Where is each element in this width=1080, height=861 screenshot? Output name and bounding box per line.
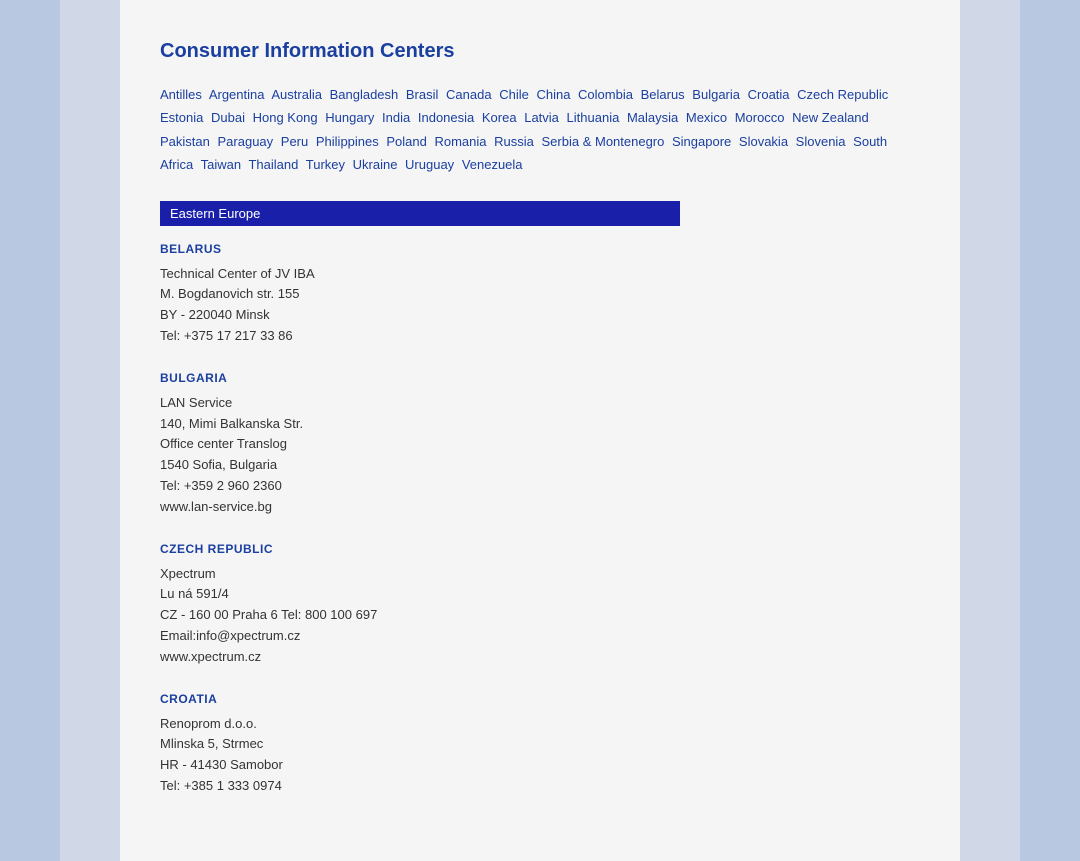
nav-link-peru[interactable]: Peru bbox=[281, 134, 308, 149]
nav-link-korea[interactable]: Korea bbox=[482, 110, 517, 125]
nav-link-slovenia[interactable]: Slovenia bbox=[796, 134, 846, 149]
gray-right bbox=[960, 0, 1020, 861]
country-heading: BELARUS bbox=[160, 242, 920, 256]
nav-link-bulgaria[interactable]: Bulgaria bbox=[692, 87, 740, 102]
nav-link-morocco[interactable]: Morocco bbox=[735, 110, 785, 125]
nav-link-croatia[interactable]: Croatia bbox=[748, 87, 790, 102]
nav-link-dubai[interactable]: Dubai bbox=[211, 110, 245, 125]
nav-link-india[interactable]: India bbox=[382, 110, 410, 125]
country-info: LAN Service 140, Mimi Balkanska Str. Off… bbox=[160, 393, 920, 518]
nav-link-malaysia[interactable]: Malaysia bbox=[627, 110, 678, 125]
gray-left bbox=[60, 0, 120, 861]
side-left bbox=[0, 0, 60, 861]
center-column: Consumer Information Centers Antilles Ar… bbox=[60, 0, 1020, 861]
links-section: Antilles Argentina Australia Bangladesh … bbox=[160, 83, 920, 177]
nav-link-turkey[interactable]: Turkey bbox=[306, 157, 345, 172]
nav-link-belarus[interactable]: Belarus bbox=[641, 87, 685, 102]
countries-container: BELARUS Technical Center of JV IBA M. Bog… bbox=[160, 242, 920, 797]
country-block-belarus: BELARUS Technical Center of JV IBA M. Bog… bbox=[160, 242, 920, 347]
nav-link-czech-republic[interactable]: Czech Republic bbox=[797, 87, 888, 102]
nav-link-new-zealand[interactable]: New Zealand bbox=[792, 110, 869, 125]
nav-link-argentina[interactable]: Argentina bbox=[209, 87, 265, 102]
nav-link-poland[interactable]: Poland bbox=[386, 134, 426, 149]
nav-link-uruguay[interactable]: Uruguay bbox=[405, 157, 454, 172]
country-info: Xpectrum Lu ná 591/4 CZ - 160 00 Praha 6… bbox=[160, 564, 920, 668]
nav-link-bangladesh[interactable]: Bangladesh bbox=[330, 87, 399, 102]
country-info: Renoprom d.o.o. Mlinska 5, Strmec HR - 4… bbox=[160, 714, 920, 797]
nav-link-hungary[interactable]: Hungary bbox=[325, 110, 374, 125]
nav-link-canada[interactable]: Canada bbox=[446, 87, 492, 102]
country-block-croatia: CROATIA Renoprom d.o.o. Mlinska 5, Strmec… bbox=[160, 692, 920, 797]
nav-link-russia[interactable]: Russia bbox=[494, 134, 534, 149]
nav-link-estonia[interactable]: Estonia bbox=[160, 110, 203, 125]
content-area: Consumer Information Centers Antilles Ar… bbox=[120, 0, 960, 861]
nav-link-taiwan[interactable]: Taiwan bbox=[201, 157, 241, 172]
nav-link-singapore[interactable]: Singapore bbox=[672, 134, 731, 149]
country-heading: CZECH REPUBLIC bbox=[160, 542, 920, 556]
nav-link-china[interactable]: China bbox=[536, 87, 570, 102]
nav-link-venezuela[interactable]: Venezuela bbox=[462, 157, 523, 172]
outer-wrapper: Consumer Information Centers Antilles Ar… bbox=[0, 0, 1080, 861]
country-heading: BULGARIA bbox=[160, 371, 920, 385]
nav-link-brasil[interactable]: Brasil bbox=[406, 87, 439, 102]
nav-link-ukraine[interactable]: Ukraine bbox=[353, 157, 398, 172]
nav-link-mexico[interactable]: Mexico bbox=[686, 110, 727, 125]
nav-link-pakistan[interactable]: Pakistan bbox=[160, 134, 210, 149]
nav-link-lithuania[interactable]: Lithuania bbox=[567, 110, 620, 125]
country-block-bulgaria: BULGARIA LAN Service 140, Mimi Balkanska … bbox=[160, 371, 920, 518]
nav-link-hong-kong[interactable]: Hong Kong bbox=[253, 110, 318, 125]
nav-link-chile[interactable]: Chile bbox=[499, 87, 529, 102]
page-title: Consumer Information Centers bbox=[160, 40, 920, 63]
nav-link-paraguay[interactable]: Paraguay bbox=[218, 134, 274, 149]
nav-link-serbia--montenegro[interactable]: Serbia & Montenegro bbox=[542, 134, 665, 149]
nav-link-antilles[interactable]: Antilles bbox=[160, 87, 202, 102]
nav-link-thailand[interactable]: Thailand bbox=[248, 157, 298, 172]
nav-link-philippines[interactable]: Philippines bbox=[316, 134, 379, 149]
country-block-czech-republic: CZECH REPUBLIC Xpectrum Lu ná 591/4 CZ - … bbox=[160, 542, 920, 668]
section-header: Eastern Europe bbox=[160, 201, 680, 226]
side-right bbox=[1020, 0, 1080, 861]
country-heading: CROATIA bbox=[160, 692, 920, 706]
nav-link-slovakia[interactable]: Slovakia bbox=[739, 134, 788, 149]
nav-link-indonesia[interactable]: Indonesia bbox=[418, 110, 474, 125]
nav-link-romania[interactable]: Romania bbox=[434, 134, 486, 149]
nav-link-latvia[interactable]: Latvia bbox=[524, 110, 559, 125]
country-info: Technical Center of JV IBA M. Bogdanovic… bbox=[160, 264, 920, 347]
nav-link-australia[interactable]: Australia bbox=[271, 87, 322, 102]
nav-link-colombia[interactable]: Colombia bbox=[578, 87, 633, 102]
